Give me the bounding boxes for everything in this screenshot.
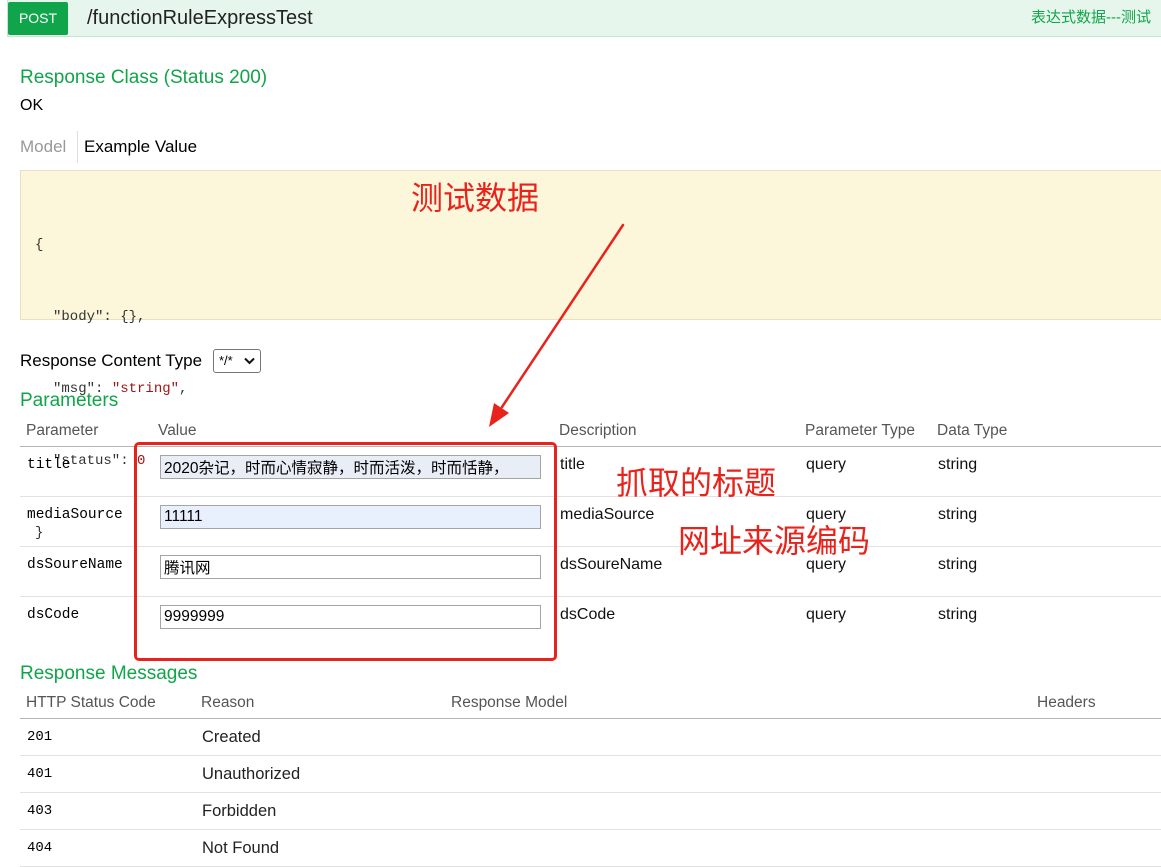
http-method-badge[interactable]: POST [8, 2, 68, 35]
tab-divider [77, 131, 78, 163]
status-reason: Created [202, 728, 261, 746]
param-type: query [806, 456, 847, 473]
parameters-heading: Parameters [20, 390, 119, 411]
example-value-box: { "body": {}, "msg": "string", "status":… [20, 170, 1161, 541]
column-header-response-model: Response Model [451, 694, 568, 711]
column-header-reason: Reason [201, 694, 255, 711]
chevron-down-icon [244, 357, 255, 365]
json-value: {} [120, 309, 138, 325]
operation-header[interactable]: POST /functionRuleExpressTest 表达式数据---测试 [7, 0, 1161, 37]
param-description: dsCode [560, 606, 616, 623]
status-code: 404 [27, 840, 53, 856]
table-row: 403 Forbidden [20, 793, 1161, 830]
param-name: mediaSource [27, 507, 123, 523]
column-header-parameter-type: Parameter Type [805, 422, 915, 439]
annotation-source-code: 网址来源编码 [678, 523, 871, 559]
response-class-heading: Response Class (Status 200) [20, 67, 268, 88]
param-type: query [806, 606, 847, 623]
response-messages-heading: Response Messages [20, 663, 198, 684]
select-value: */* [219, 353, 233, 368]
table-row: 404 Not Found [20, 830, 1161, 867]
status-code: 201 [27, 729, 53, 745]
status-code: 401 [27, 766, 53, 782]
param-data-type: string [938, 456, 978, 473]
param-type: query [806, 506, 847, 523]
param-data-type: string [938, 556, 978, 573]
table-row: 401 Unauthorized [20, 756, 1161, 793]
json-value: "string" [111, 381, 180, 397]
param-name: dsCode [27, 607, 80, 623]
param-description: dsSoureName [560, 556, 663, 573]
json-comma: , [179, 381, 188, 397]
status-code: 403 [27, 803, 53, 819]
column-header-headers: Headers [1037, 694, 1096, 711]
column-header-value: Value [158, 422, 197, 439]
operation-summary-link[interactable]: 表达式数据---测试 [1031, 9, 1151, 27]
annotation-highlight-box [134, 442, 557, 661]
param-data-type: string [938, 506, 978, 523]
annotation-scraped-title: 抓取的标题 [616, 465, 777, 501]
param-data-type: string [938, 606, 978, 623]
param-description: mediaSource [560, 506, 655, 523]
column-header-description: Description [559, 422, 637, 439]
table-row: 201 Created [20, 719, 1161, 756]
json-key: "body" [53, 309, 104, 325]
operation-path-link[interactable]: /functionRuleExpressTest [87, 6, 313, 30]
response-content-type-label: Response Content Type [20, 351, 203, 370]
json-field-body: "body": {}, [35, 305, 187, 329]
json-colon: : [103, 309, 121, 325]
status-reason: Unauthorized [202, 765, 301, 783]
tab-example-value[interactable]: Example Value [84, 136, 197, 158]
column-header-data-type: Data Type [937, 422, 1008, 439]
annotation-test-data: 测试数据 [411, 180, 540, 216]
response-content-type-select[interactable]: */* [213, 349, 261, 373]
response-class-description: OK [20, 97, 44, 114]
param-description: title [560, 456, 585, 473]
column-header-http-status-code: HTTP Status Code [26, 694, 156, 711]
arrow-head [489, 403, 509, 427]
column-header-parameter: Parameter [26, 422, 99, 439]
param-name: dsSoureName [27, 557, 123, 573]
param-name: title [27, 457, 71, 473]
tab-model[interactable]: Model [20, 136, 66, 158]
json-open-brace: { [35, 237, 44, 253]
json-comma: , [137, 309, 146, 325]
status-reason: Forbidden [202, 802, 277, 820]
status-reason: Not Found [202, 839, 280, 857]
